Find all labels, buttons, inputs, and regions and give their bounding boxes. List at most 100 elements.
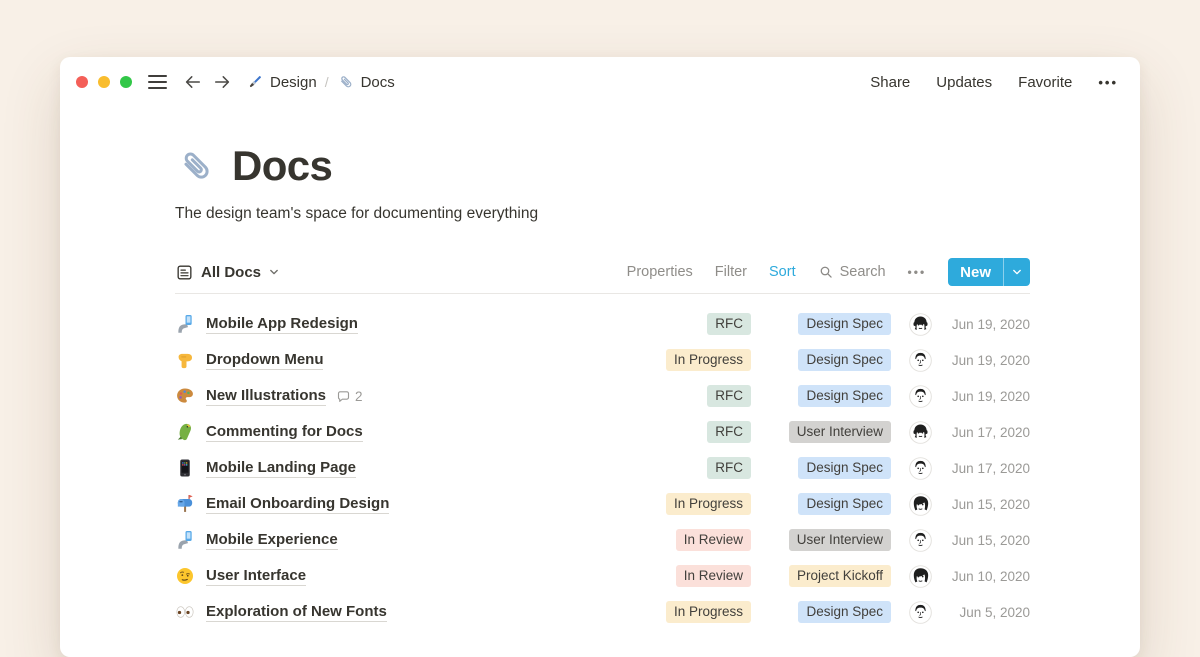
- toolbar-more-icon[interactable]: •••: [908, 265, 927, 279]
- updates-button[interactable]: Updates: [936, 74, 992, 91]
- search-button[interactable]: Search: [818, 264, 886, 280]
- view-selector-label: All Docs: [201, 264, 261, 281]
- doc-title[interactable]: Mobile App Redesign: [206, 315, 358, 334]
- title-cell: Mobile Landing Page: [175, 458, 649, 478]
- status-tag[interactable]: RFC: [707, 385, 751, 407]
- back-arrow-icon[interactable]: [183, 72, 203, 92]
- new-button[interactable]: New: [948, 258, 1030, 286]
- table-row[interactable]: Dropdown Menu In Progress Design Spec Ju…: [175, 342, 1030, 378]
- type-tag[interactable]: Design Spec: [798, 349, 891, 371]
- history-nav: [183, 72, 232, 92]
- parrot-icon: [175, 422, 195, 442]
- avatar-woman-headphones: [909, 421, 932, 444]
- chevron-down-icon: [1011, 266, 1023, 278]
- status-tag[interactable]: In Review: [676, 529, 751, 551]
- doc-date: Jun 15, 2020: [942, 533, 1030, 548]
- favorite-button[interactable]: Favorite: [1018, 74, 1072, 91]
- doc-date: Jun 19, 2020: [942, 389, 1030, 404]
- status-tag[interactable]: RFC: [707, 313, 751, 335]
- type-tag[interactable]: User Interview: [789, 421, 891, 443]
- new-button-dropdown[interactable]: [1003, 258, 1030, 286]
- doc-title[interactable]: Commenting for Docs: [206, 423, 363, 442]
- paperclip-icon: [175, 145, 217, 187]
- page-content: Docs The design team's space for documen…: [175, 141, 1030, 630]
- raised-eyebrow-face-icon: [175, 566, 195, 586]
- selfie-icon: [175, 530, 195, 550]
- avatar-man: [909, 529, 932, 552]
- type-tag[interactable]: Design Spec: [798, 493, 891, 515]
- doc-date: Jun 19, 2020: [942, 353, 1030, 368]
- type-tag[interactable]: Design Spec: [798, 457, 891, 479]
- paintbrush-icon: [246, 73, 264, 91]
- minimize-window-button[interactable]: [98, 76, 110, 88]
- window-topbar: Design / Docs Share Updates Favorite •••: [60, 57, 1140, 107]
- avatar-man: [909, 349, 932, 372]
- type-tag[interactable]: Design Spec: [798, 601, 891, 623]
- traffic-lights: [76, 76, 132, 88]
- page-title-row: Docs: [175, 141, 1030, 191]
- doc-date: Jun 17, 2020: [942, 461, 1030, 476]
- type-tag[interactable]: Design Spec: [798, 385, 891, 407]
- doc-title[interactable]: Exploration of New Fonts: [206, 603, 387, 622]
- doc-date: Jun 19, 2020: [942, 317, 1030, 332]
- status-tag[interactable]: In Progress: [666, 493, 751, 515]
- docs-table: Mobile App Redesign RFC Design Spec Jun …: [175, 306, 1030, 630]
- status-tag[interactable]: In Progress: [666, 349, 751, 371]
- avatar-man: [909, 601, 932, 624]
- type-tag[interactable]: Project Kickoff: [789, 565, 891, 587]
- type-tag[interactable]: User Interview: [789, 529, 891, 551]
- more-options-icon[interactable]: •••: [1098, 75, 1118, 90]
- doc-date: Jun 5, 2020: [942, 605, 1030, 620]
- avatar-man: [909, 385, 932, 408]
- forward-arrow-icon[interactable]: [212, 72, 232, 92]
- doc-title[interactable]: User Interface: [206, 567, 306, 586]
- properties-button[interactable]: Properties: [627, 264, 693, 280]
- status-tag[interactable]: RFC: [707, 421, 751, 443]
- mailbox-icon: [175, 494, 195, 514]
- doc-title[interactable]: New Illustrations: [206, 387, 326, 406]
- doc-date: Jun 10, 2020: [942, 569, 1030, 584]
- doc-title[interactable]: Mobile Landing Page: [206, 459, 356, 478]
- close-window-button[interactable]: [76, 76, 88, 88]
- table-row[interactable]: Mobile Landing Page RFC Design Spec Jun …: [175, 450, 1030, 486]
- table-row[interactable]: Email Onboarding Design In Progress Desi…: [175, 486, 1030, 522]
- status-tag[interactable]: In Review: [676, 565, 751, 587]
- title-cell: User Interface: [175, 566, 649, 586]
- title-cell: New Illustrations 2: [175, 386, 649, 406]
- sort-button[interactable]: Sort: [769, 264, 796, 280]
- share-button[interactable]: Share: [870, 74, 910, 91]
- table-row[interactable]: Mobile Experience In Review User Intervi…: [175, 522, 1030, 558]
- palette-icon: [175, 386, 195, 406]
- doc-title[interactable]: Dropdown Menu: [206, 351, 323, 370]
- mobile-phone-icon: [175, 458, 195, 478]
- breadcrumb-item-docs[interactable]: Docs: [337, 73, 395, 91]
- table-row[interactable]: Mobile App Redesign RFC Design Spec Jun …: [175, 306, 1030, 342]
- avatar-woman: [909, 493, 932, 516]
- doc-title[interactable]: Mobile Experience: [206, 531, 338, 550]
- status-tag[interactable]: RFC: [707, 457, 751, 479]
- doc-title[interactable]: Email Onboarding Design: [206, 495, 389, 514]
- app-window: Design / Docs Share Updates Favorite •••…: [60, 57, 1140, 657]
- title-cell: Email Onboarding Design: [175, 494, 649, 514]
- breadcrumb: Design / Docs: [246, 73, 395, 91]
- table-row[interactable]: User Interface In Review Project Kickoff…: [175, 558, 1030, 594]
- sidebar-toggle-icon[interactable]: [148, 75, 167, 89]
- comment-count-badge[interactable]: 2: [336, 389, 363, 404]
- filter-button[interactable]: Filter: [715, 264, 747, 280]
- table-row[interactable]: Commenting for Docs RFC User Interview J…: [175, 414, 1030, 450]
- comment-bubble-icon: [336, 389, 351, 404]
- topbar-actions: Share Updates Favorite •••: [870, 74, 1118, 91]
- table-row[interactable]: New Illustrations 2 RFC Design Spec Jun …: [175, 378, 1030, 414]
- zoom-window-button[interactable]: [120, 76, 132, 88]
- table-row[interactable]: Exploration of New Fonts In Progress Des…: [175, 594, 1030, 630]
- title-cell: Dropdown Menu: [175, 350, 649, 370]
- avatar-woman: [909, 565, 932, 588]
- breadcrumb-item-design[interactable]: Design: [246, 73, 317, 91]
- type-tag[interactable]: Design Spec: [798, 313, 891, 335]
- chevron-down-icon: [268, 266, 280, 278]
- view-selector[interactable]: All Docs: [175, 263, 280, 282]
- title-cell: Commenting for Docs: [175, 422, 649, 442]
- page-title: Docs: [232, 141, 332, 191]
- status-tag[interactable]: In Progress: [666, 601, 751, 623]
- table-divider: [175, 293, 1030, 294]
